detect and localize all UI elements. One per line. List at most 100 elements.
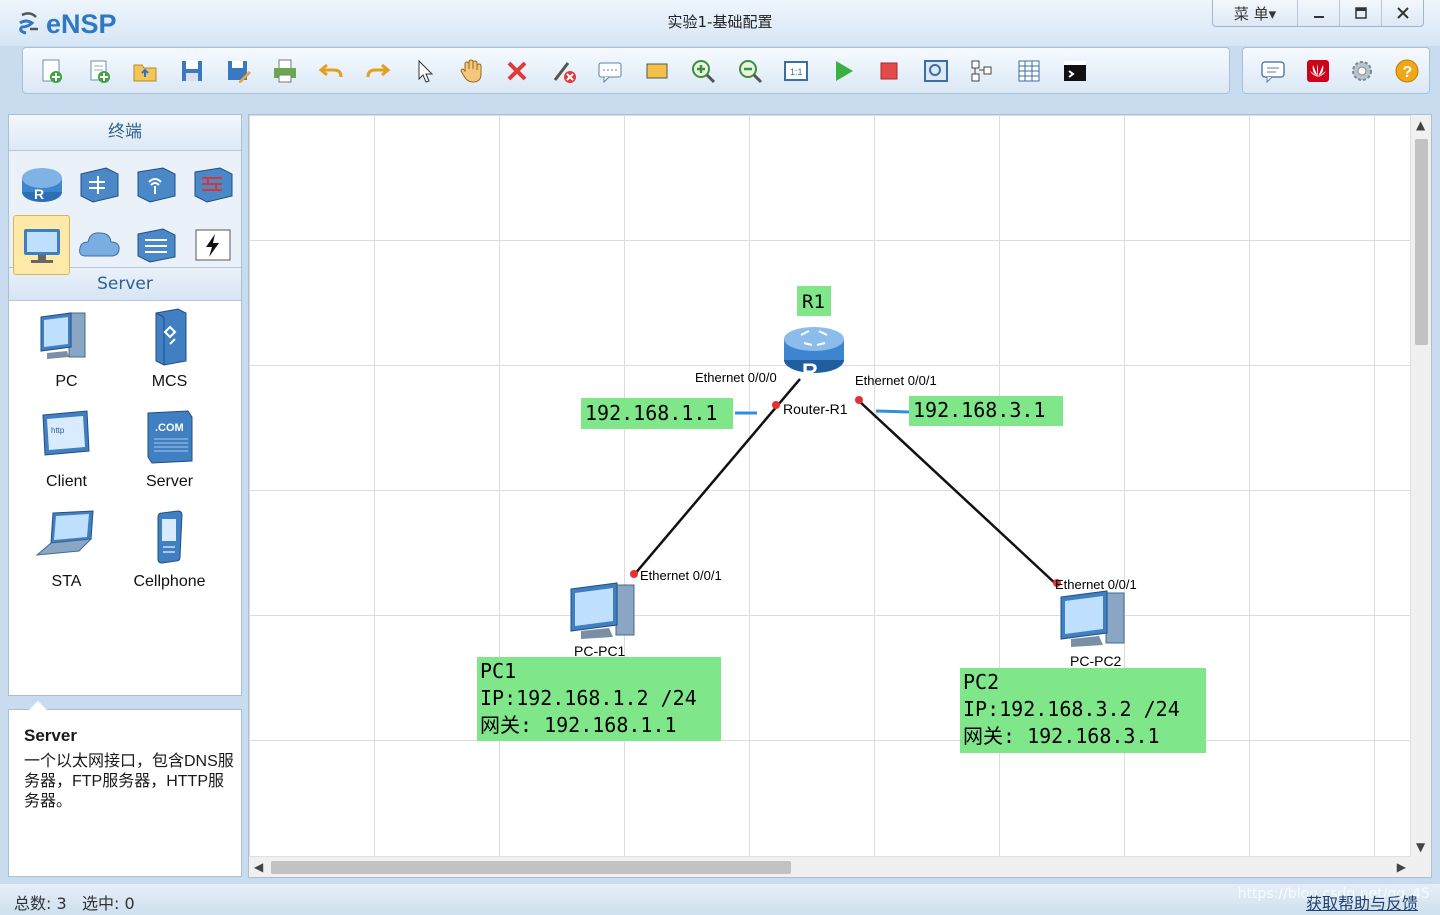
delete-link-icon — [553, 61, 576, 83]
device-cellphone[interactable]: Cellphone — [118, 507, 221, 607]
pc2-icon[interactable] — [1060, 590, 1125, 647]
start-device-button[interactable] — [820, 51, 867, 91]
help-button[interactable]: ? — [1385, 51, 1430, 91]
maximize-button[interactable] — [1339, 0, 1381, 26]
undo-button[interactable] — [308, 51, 355, 91]
topology-canvas-area: R1 R Ethernet 0/0/0 Ethernet 0/0/1 Route… — [248, 114, 1432, 878]
new-topology-button[interactable] — [29, 51, 76, 91]
device-pc[interactable]: PC — [15, 307, 118, 407]
description-text: 一个以太网接口，包含DNS服务器，FTP服务器，HTTP服务器。 — [24, 753, 234, 810]
category-wireless[interactable] — [127, 155, 184, 215]
switch-icon — [80, 167, 118, 203]
rectangle-button[interactable] — [634, 51, 681, 91]
category-custom-device[interactable] — [184, 215, 241, 275]
r1-device-name: Router-R1 — [783, 401, 848, 417]
pc-terminal-icon — [23, 229, 60, 263]
horizontal-scrollbar[interactable]: ◀ ▶ — [249, 856, 1411, 877]
router-icon: R — [21, 168, 62, 202]
pc1-iface: Ethernet 0/0/1 — [640, 568, 722, 583]
topology-button[interactable] — [959, 51, 1006, 91]
redo-button[interactable] — [355, 51, 402, 91]
pan-button[interactable] — [448, 51, 495, 91]
pc1-note-line1: PC1 — [480, 659, 516, 683]
port-pc1-e001[interactable] — [630, 570, 638, 578]
scroll-down-icon[interactable]: ▼ — [1416, 840, 1425, 854]
device-label: Cellphone — [133, 573, 206, 590]
topology-drawing: R1 R Ethernet 0/0/0 Ethernet 0/0/1 Route… — [477, 286, 1206, 753]
scroll-up-icon[interactable]: ▲ — [1416, 118, 1425, 132]
help-feedback-link[interactable]: 获取帮助与反馈 — [1306, 890, 1418, 914]
total-count: 3 — [56, 894, 67, 913]
terminal-button[interactable] — [1052, 51, 1099, 91]
zoom-in-button[interactable] — [680, 51, 727, 91]
total-label: 总数: — [14, 894, 52, 913]
category-switch[interactable] — [70, 155, 127, 215]
device-label: Server — [145, 473, 194, 490]
rectangle-icon — [646, 63, 668, 78]
chat-button[interactable] — [1251, 51, 1296, 91]
pc1-icon[interactable] — [570, 582, 635, 639]
vertical-scroll-thumb[interactable] — [1415, 139, 1428, 345]
fit-view-icon: 1:1 — [784, 60, 809, 81]
category-other-device[interactable] — [127, 215, 184, 275]
pc1-note-line3: 网关: 192.168.1.1 — [480, 713, 677, 737]
link-r1-pc2[interactable] — [858, 400, 1058, 586]
close-button[interactable] — [1381, 0, 1423, 26]
category-router[interactable]: R — [13, 155, 70, 215]
scroll-left-icon[interactable]: ◀ — [254, 860, 263, 874]
grid-button[interactable] — [1006, 51, 1053, 91]
capture-button[interactable] — [913, 51, 960, 91]
scroll-right-icon[interactable]: ▶ — [1397, 860, 1406, 874]
selected-count: 0 — [124, 894, 135, 913]
save-button[interactable] — [169, 51, 216, 91]
svg-text:http: http — [51, 426, 65, 435]
port-r1-e001[interactable] — [855, 396, 863, 404]
title-bar: eNSP 实验1-基础配置 菜 单▾ — [0, 0, 1440, 46]
device-list: PC MCS http Client .COM Server STA Cellp… — [9, 301, 241, 607]
vertical-scrollbar[interactable]: ▲ ▼ — [1410, 115, 1431, 857]
delete-link-button[interactable] — [541, 51, 588, 91]
device-label: PC — [55, 373, 78, 390]
topology-canvas[interactable]: R1 R Ethernet 0/0/0 Ethernet 0/0/1 Route… — [249, 115, 1411, 857]
category-cloud[interactable] — [70, 215, 127, 275]
svg-text:R: R — [34, 186, 44, 202]
sta-laptop-icon — [34, 510, 94, 556]
text-annotation-button[interactable] — [587, 51, 634, 91]
minimize-button[interactable] — [1297, 0, 1339, 26]
category-firewall[interactable] — [184, 155, 241, 215]
fit-view-button[interactable]: 1:1 — [773, 51, 820, 91]
router-r1-icon[interactable]: R — [784, 327, 844, 384]
menu-button[interactable]: 菜 单▾ — [1213, 0, 1297, 26]
category-pc-terminal[interactable] — [13, 215, 70, 275]
svg-text:R: R — [802, 359, 818, 384]
r1-iface-e000: Ethernet 0/0/0 — [695, 370, 777, 385]
r1-ip0-text: 192.168.1.1 — [585, 401, 717, 425]
print-button[interactable] — [262, 51, 309, 91]
pc2-iface: Ethernet 0/0/1 — [1055, 577, 1137, 592]
other-device-icon — [137, 228, 175, 263]
maximize-icon — [1354, 7, 1367, 19]
device-mcs[interactable]: MCS — [118, 307, 221, 407]
settings-button[interactable] — [1340, 51, 1385, 91]
device-client[interactable]: http Client — [15, 407, 118, 507]
text-annotation-icon — [598, 62, 622, 83]
select-button[interactable] — [401, 51, 448, 91]
scroll-corner — [1410, 856, 1431, 877]
zoom-out-button[interactable] — [727, 51, 774, 91]
cloud-icon — [78, 232, 120, 257]
huawei-button[interactable] — [1296, 51, 1341, 91]
device-sta[interactable]: STA — [15, 507, 118, 607]
delete-button[interactable] — [494, 51, 541, 91]
save-as-button[interactable] — [215, 51, 262, 91]
svg-text:.COM: .COM — [155, 422, 184, 434]
r1-ip1-text: 192.168.3.1 — [913, 398, 1045, 422]
delete-icon — [507, 61, 527, 80]
open-button[interactable] — [122, 51, 169, 91]
stop-device-button[interactable] — [866, 51, 913, 91]
device-server[interactable]: .COM Server — [118, 407, 221, 507]
mcs-icon — [155, 308, 186, 366]
new-example-button[interactable] — [76, 51, 123, 91]
horizontal-scroll-thumb[interactable] — [271, 861, 791, 874]
save-as-icon — [228, 60, 252, 83]
port-r1-e000[interactable] — [772, 401, 780, 409]
